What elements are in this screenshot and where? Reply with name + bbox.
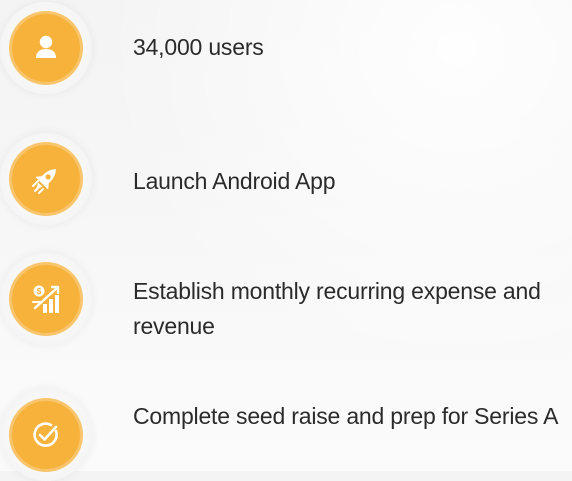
user-icon — [9, 11, 83, 85]
milestone-icon-badge — [0, 133, 92, 225]
milestone-icon-badge — [0, 389, 92, 481]
svg-text:$: $ — [37, 287, 42, 296]
rocket-icon — [9, 142, 83, 216]
milestone-text: Launch Android App — [133, 168, 336, 194]
check-circle-icon — [9, 398, 83, 472]
milestone-icon-badge: $ — [0, 253, 92, 345]
milestone-text: Complete seed raise and prep for Series … — [133, 403, 559, 429]
milestone-list: 34,000 users Launch Android App $ Establ… — [0, 0, 572, 481]
milestone-text: Establish monthly recurring expense and … — [133, 278, 541, 339]
milestone-text: 34,000 users — [133, 34, 264, 60]
revenue-growth-icon: $ — [9, 262, 83, 336]
milestone-icon-badge — [0, 2, 92, 94]
